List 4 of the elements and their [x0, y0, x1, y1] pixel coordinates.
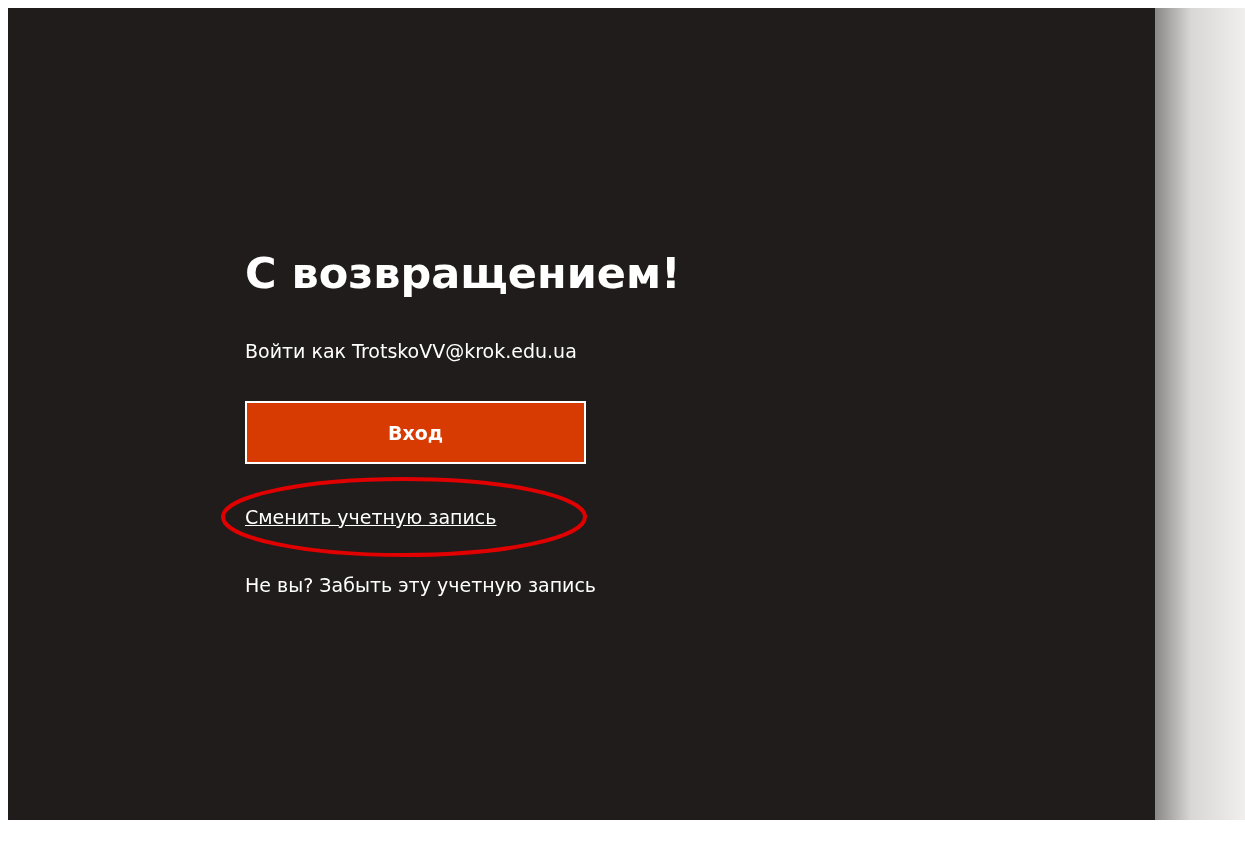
welcome-heading: С возвращением!: [245, 247, 681, 300]
forget-account-text: Не вы? Забыть эту учетную запись: [245, 573, 597, 598]
sign-in-button[interactable]: Вход: [245, 401, 586, 464]
sign-in-as-text: Войти как TrotskoVV@krok.edu.ua: [245, 339, 577, 364]
